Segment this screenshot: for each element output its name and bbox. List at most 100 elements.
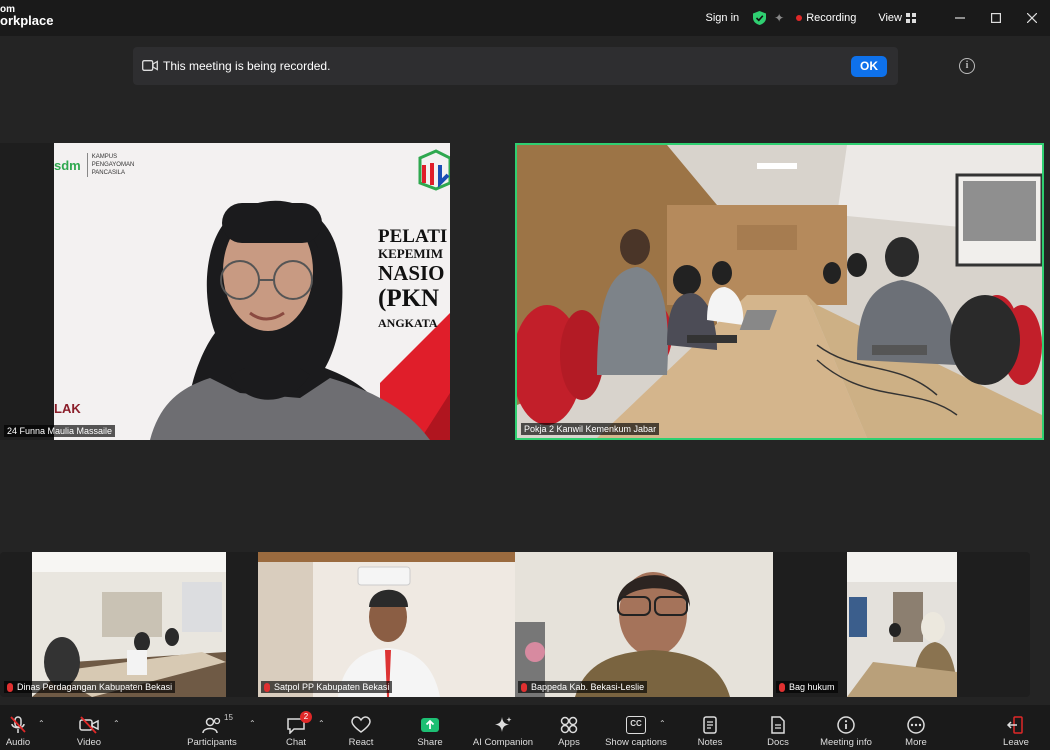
muted-mic-icon bbox=[779, 682, 785, 692]
close-button[interactable] bbox=[1014, 0, 1050, 36]
audio-options-caret[interactable]: ⌃ bbox=[38, 719, 45, 728]
participants-icon bbox=[202, 717, 221, 734]
slide-logo-text: sdm bbox=[54, 157, 81, 173]
slide-header: sdm KAMPUS PENGAYOMAN PANCASILA bbox=[54, 153, 134, 177]
participant-name: Dinas Perdagangan Kabupaten Bekasi bbox=[17, 682, 173, 692]
participant-name: Bappeda Kab. Bekasi-Leslie bbox=[531, 682, 645, 692]
ok-button[interactable]: OK bbox=[851, 56, 887, 77]
participant-name: Bag hukum bbox=[789, 682, 835, 692]
participant-video bbox=[515, 552, 773, 697]
apps-label: Apps bbox=[558, 737, 580, 748]
participant-video bbox=[847, 552, 957, 697]
audio-label: Audio bbox=[5, 737, 31, 748]
participant-name: Satpol PP Kabupaten Bekasi bbox=[274, 682, 390, 692]
cc-text: CC bbox=[630, 719, 642, 728]
ai-sparkle-icon[interactable]: ✦ bbox=[774, 11, 784, 25]
ai-sparkle-icon bbox=[495, 717, 512, 732]
docs-button[interactable]: Docs bbox=[743, 705, 813, 750]
meeting-info-label: Meeting info bbox=[820, 737, 872, 748]
leave-button[interactable]: Leave bbox=[981, 705, 1050, 750]
info-icon[interactable]: i bbox=[959, 58, 975, 74]
meeting-info-button[interactable]: Meeting info bbox=[811, 705, 881, 750]
participant-video bbox=[32, 552, 226, 697]
slide-title-line5: ANGKATA bbox=[378, 316, 438, 330]
participant-name-tag: Bappeda Kab. Bekasi-Leslie bbox=[518, 681, 648, 693]
slide-title-line2: KEPEMIM bbox=[378, 246, 443, 261]
minimize-button[interactable] bbox=[942, 0, 978, 36]
closed-captions-icon: CC bbox=[626, 716, 646, 734]
recording-dot-icon bbox=[796, 15, 803, 21]
apps-button[interactable]: Apps bbox=[534, 705, 604, 750]
participant-video bbox=[258, 552, 515, 697]
muted-mic-icon bbox=[521, 682, 527, 692]
participant-name-tag: Satpol PP Kabupaten Bekasi bbox=[261, 681, 393, 693]
participant-name-tag: Bag hukum bbox=[776, 681, 838, 693]
ai-companion-button[interactable]: AI Companion bbox=[468, 705, 538, 750]
title-bar: om orkplace Sign in ✦ Recording View bbox=[0, 0, 1050, 36]
video-tile-participant[interactable] bbox=[258, 552, 515, 697]
slide-header-line2: PENGAYOMAN bbox=[91, 162, 135, 168]
chat-unread-badge: 2 bbox=[300, 711, 312, 723]
participants-button[interactable]: 15 Participants bbox=[177, 705, 247, 750]
leave-icon bbox=[1006, 716, 1023, 734]
notes-label: Notes bbox=[697, 737, 723, 748]
participant-name-tag: Dinas Perdagangan Kabupaten Bekasi bbox=[4, 681, 176, 693]
view-button[interactable]: View bbox=[878, 12, 902, 24]
microphone-muted-icon bbox=[10, 716, 26, 733]
video-tile-active-speaker[interactable]: Pokja 2 Kanwil Kemenkum Jabar bbox=[515, 143, 1044, 440]
more-options-icon bbox=[907, 716, 925, 734]
leave-label: Leave bbox=[1003, 737, 1029, 748]
slide-header-line1: KAMPUS bbox=[91, 154, 118, 160]
app-logo: om orkplace bbox=[0, 4, 53, 27]
video-label: Video bbox=[76, 737, 102, 748]
apps-icon bbox=[560, 716, 578, 734]
slide-corner-text: LAK bbox=[54, 401, 81, 416]
share-label: Share bbox=[417, 737, 443, 748]
slide-title-line4: (PKN bbox=[378, 285, 440, 312]
recording-notice-banner: This meeting is being recorded. i OK bbox=[133, 47, 975, 85]
video-tile-participant[interactable] bbox=[515, 552, 773, 697]
meeting-toolbar: Audio ⌃ Video ⌃ 15 Participants ⌃ 2 Chat… bbox=[0, 705, 1050, 750]
react-button[interactable]: React bbox=[326, 705, 396, 750]
info-icon bbox=[837, 716, 855, 734]
video-options-caret[interactable]: ⌃ bbox=[113, 719, 120, 728]
participant-name: 24 Funna Maulia Massaile bbox=[7, 426, 113, 436]
maximize-button[interactable] bbox=[978, 0, 1014, 36]
close-icon bbox=[1027, 13, 1037, 23]
video-off-icon bbox=[79, 716, 99, 734]
slide-header-line3: PANCASILA bbox=[91, 170, 125, 176]
participant-name-tag: Pokja 2 Kanwil Kemenkum Jabar bbox=[521, 423, 660, 435]
notes-icon bbox=[703, 716, 717, 734]
chat-options-caret[interactable]: ⌃ bbox=[318, 719, 325, 728]
minimize-icon bbox=[955, 17, 965, 19]
video-tile-presenter[interactable]: sdm KAMPUS PENGAYOMAN PANCASILA PELATI K… bbox=[0, 143, 450, 440]
share-screen-icon bbox=[421, 718, 439, 732]
slide-title-line1: PELATI bbox=[378, 226, 448, 247]
shield-check-icon[interactable] bbox=[753, 11, 767, 25]
video-tile-participant[interactable] bbox=[32, 552, 226, 697]
slide-title: PELATI KEPEMIM NASIO (PKN ANGKATA bbox=[378, 227, 447, 333]
muted-mic-icon bbox=[264, 682, 270, 692]
sign-in-link[interactable]: Sign in bbox=[706, 12, 740, 24]
heart-icon bbox=[351, 716, 371, 733]
participants-count: 15 bbox=[224, 713, 233, 722]
audio-button[interactable]: Audio bbox=[0, 705, 53, 750]
participant-strip bbox=[0, 552, 1030, 697]
video-camera-icon bbox=[142, 60, 158, 71]
share-button[interactable]: Share bbox=[395, 705, 465, 750]
document-icon bbox=[771, 716, 785, 734]
video-tile-participant[interactable] bbox=[773, 552, 957, 697]
captions-options-caret[interactable]: ⌃ bbox=[659, 719, 666, 728]
participants-options-caret[interactable]: ⌃ bbox=[249, 719, 256, 728]
participants-label: Participants bbox=[187, 737, 237, 748]
slide-title-line3: NASIO bbox=[378, 261, 445, 285]
participant-name: Pokja 2 Kanwil Kemenkum Jabar bbox=[524, 424, 657, 434]
notes-button[interactable]: Notes bbox=[675, 705, 745, 750]
recording-notice-text: This meeting is being recorded. bbox=[163, 59, 331, 73]
more-button[interactable]: More bbox=[881, 705, 951, 750]
recording-label[interactable]: Recording bbox=[806, 12, 856, 24]
grid-view-icon[interactable] bbox=[906, 13, 916, 23]
maximize-icon bbox=[991, 13, 1001, 23]
muted-mic-icon bbox=[7, 682, 13, 692]
meeting-room-video bbox=[517, 145, 1042, 438]
